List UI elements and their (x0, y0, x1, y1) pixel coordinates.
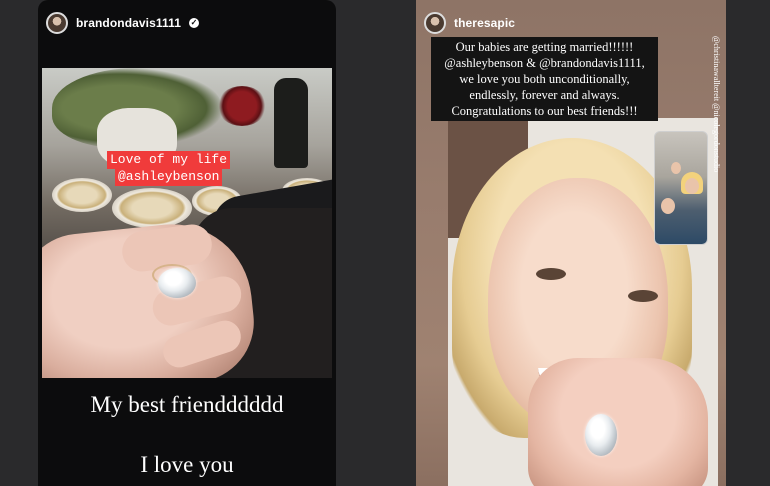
roses (217, 86, 267, 126)
verified-badge-icon: ✓ (189, 18, 199, 28)
text-line: Our babies are getting married!!!!!! (455, 40, 634, 54)
text-line: endlessly, forever and always. (469, 88, 620, 102)
user-avatar[interactable] (46, 12, 68, 34)
story-left[interactable]: brandondavis1111 ✓ Love of my life @ashl… (38, 0, 336, 486)
diamond-ring (158, 268, 196, 298)
eye (536, 268, 566, 280)
mention-sticker-line1: Love of my life (107, 151, 231, 169)
picture-in-picture-photo (654, 131, 708, 245)
text-line: Congratulations to our best friends!!! (451, 104, 638, 118)
plate (112, 188, 192, 228)
caption-line2: I love you (140, 452, 234, 477)
photo-credit: @christinawalltereit @nicolegordonstudio (712, 36, 721, 173)
username[interactable]: brandondavis1111 (76, 16, 181, 30)
username[interactable]: theresapic (454, 16, 515, 30)
eye (628, 290, 658, 302)
story-text-box: Our babies are getting married!!!!!! @as… (431, 37, 658, 121)
diamond-ring (585, 414, 617, 456)
mention-sticker-line2[interactable]: @ashleybenson (115, 168, 223, 186)
caption-line1: My best friendddddd (90, 392, 284, 417)
story-header: theresapic (424, 10, 515, 36)
text-line[interactable]: @ashleybenson & @brandondavis1111, (435, 55, 654, 71)
hand (528, 358, 708, 486)
story-header: brandondavis1111 ✓ (46, 10, 199, 36)
story-right[interactable]: theresapic Our babies are getting marrie… (416, 0, 726, 486)
text-line: we love you both unconditionally, (459, 72, 630, 86)
story-photo (42, 68, 332, 378)
plate (52, 178, 112, 212)
user-avatar[interactable] (424, 12, 446, 34)
bottle (274, 78, 308, 168)
